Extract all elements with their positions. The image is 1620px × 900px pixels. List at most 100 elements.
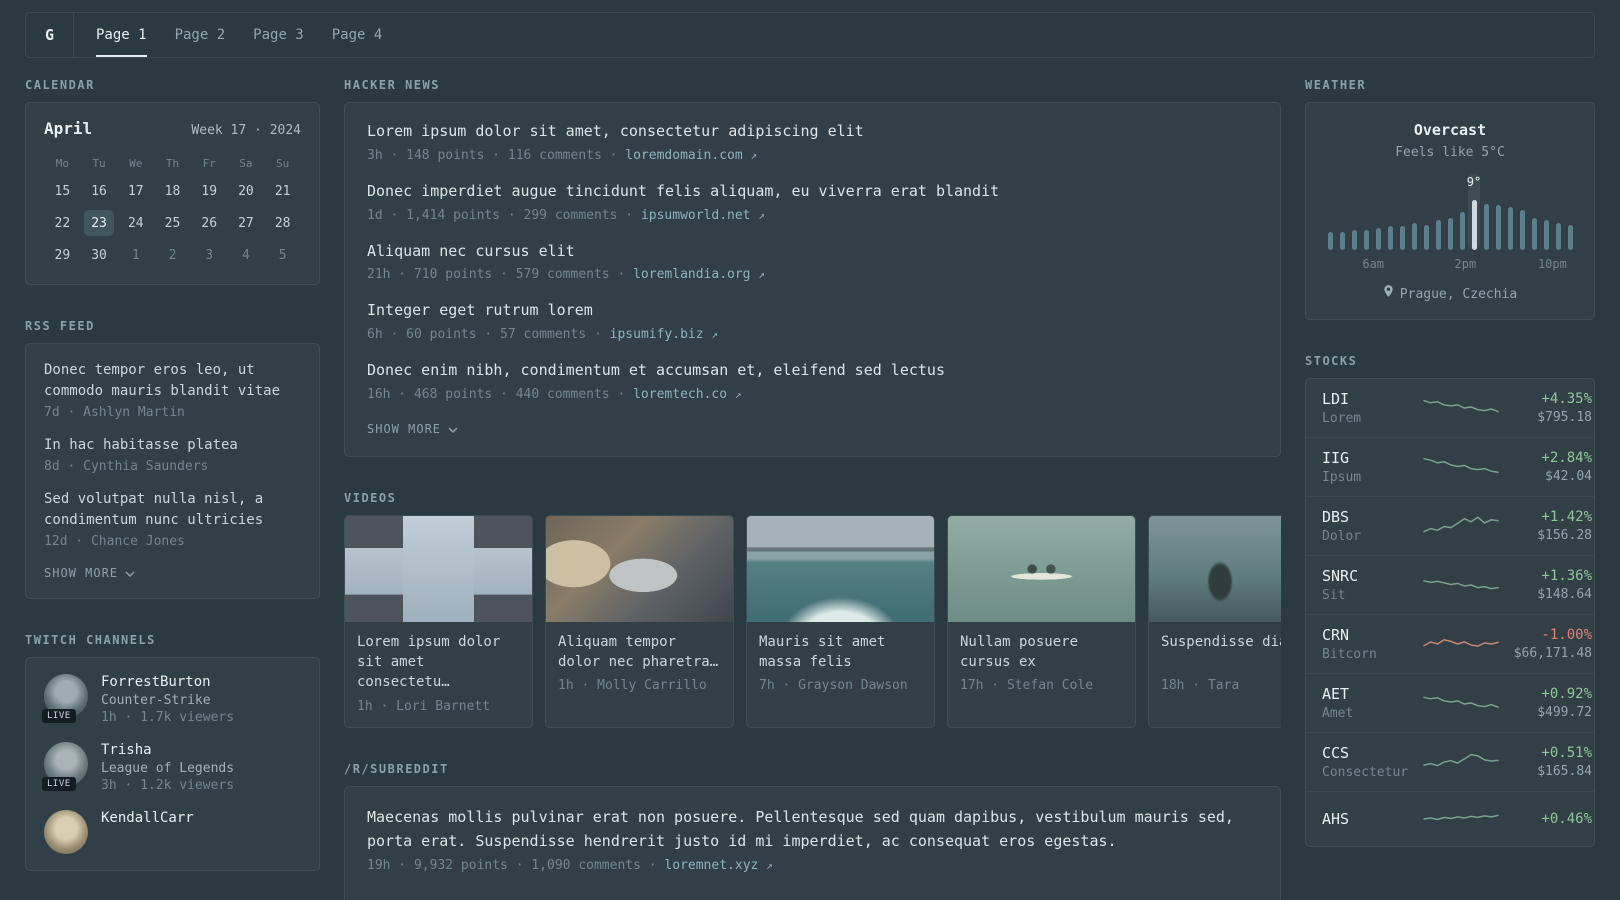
news-item-meta: 3h · 148 points · 116 comments · loremdo…	[367, 148, 1258, 163]
tab-page-2[interactable]: Page 2	[175, 13, 226, 57]
hackernews-show-more-button[interactable]: SHOW MORE	[367, 420, 458, 438]
videos-row[interactable]: Lorem ipsum dolor sit amet consectetu… 1h…	[344, 514, 1281, 728]
video-card[interactable]: Mauris sit amet massa felis 7h · Grayson …	[746, 514, 935, 728]
news-item-domain-link[interactable]: loremdomain.com ↗	[625, 148, 757, 163]
calendar-day: 18	[164, 183, 181, 199]
stock-row[interactable]: LDI Lorem +4.35% $795.18	[1306, 379, 1594, 437]
weather-bar-fill	[1435, 220, 1441, 250]
video-thumbnail	[1149, 515, 1281, 622]
news-item-domain-link[interactable]: loremlandia.org ↗	[633, 267, 765, 282]
weather-bar	[1348, 174, 1360, 250]
weather-feels-like: Feels like 5°C	[1395, 145, 1505, 160]
weather-bar	[1336, 174, 1348, 250]
middle-column: HACKER NEWS Lorem ipsum dolor sit amet, …	[344, 78, 1281, 900]
calendar-card: April Week 17 · 2024 Mo Tu We Th Fr Sa Su 15 16 1…	[25, 102, 320, 285]
video-card[interactable]: Suspendisse diam 18h · Tara	[1148, 514, 1281, 728]
video-card[interactable]: Lorem ipsum dolor sit amet consectetu… 1h…	[344, 514, 533, 728]
stock-row[interactable]: AHS +0.46%	[1306, 791, 1594, 846]
calendar-header: April Week 17 · 2024	[44, 119, 301, 138]
stock-sparkline-wrap	[1422, 803, 1500, 835]
stock-row[interactable]: AET Amet +0.92% $499.72	[1306, 673, 1594, 732]
left-column: CALENDAR April Week 17 · 2024 Mo Tu We Th Fr…	[25, 78, 320, 871]
calendar-day-header: Th	[165, 156, 180, 170]
stock-row[interactable]: SNRC Sit +1.36% $148.64	[1306, 555, 1594, 614]
stock-sparkline	[1423, 457, 1499, 473]
stock-name: Sit	[1322, 588, 1346, 603]
stock-name: Ipsum	[1322, 470, 1362, 485]
news-item-meta: 21h · 710 points · 579 comments · loreml…	[367, 267, 1258, 282]
calendar-week-label: Week 17 · 2024	[191, 123, 301, 138]
news-item: Donec enim nibh, condimentum et accumsan…	[367, 360, 1258, 402]
news-item-domain-link[interactable]: ipsumworld.net ↗	[641, 208, 765, 223]
weather-bar	[1516, 174, 1528, 250]
weather-widget: WEATHER Overcast Feels like 5°C 9° 6am 2p…	[1305, 78, 1595, 320]
twitch-channel-name[interactable]: Trisha	[101, 742, 234, 758]
stock-price: $148.64	[1537, 587, 1592, 602]
stock-row[interactable]: CRN Bitcorn -1.00% $66,171.48	[1306, 614, 1594, 673]
rss-item-title[interactable]: Donec tempor eros leo, ut commodo mauris…	[44, 360, 301, 402]
stock-name: Dolor	[1322, 529, 1362, 544]
rss-item-meta: 8d · Cynthia Saunders	[44, 459, 209, 474]
twitch-channel-name[interactable]: KendallCarr	[101, 810, 194, 826]
stocks-widget: STOCKS LDI Lorem +4.35% $795.18 IIG Ipsum +2.8…	[1305, 354, 1595, 847]
show-more-label: SHOW MORE	[367, 421, 442, 436]
twitch-widget-title: TWITCH CHANNELS	[25, 633, 156, 647]
weather-bar-fill	[1363, 230, 1369, 250]
news-item-title[interactable]: Maecenas mollis pulvinar erat non posuer…	[367, 805, 1258, 853]
stock-sparkline	[1423, 580, 1499, 590]
calendar-day-header: Su	[276, 156, 290, 170]
weather-bar	[1408, 174, 1420, 250]
rss-show-more-button[interactable]: SHOW MORE	[44, 564, 135, 582]
calendar-day-header: Fr	[202, 156, 216, 170]
tab-page-1[interactable]: Page 1	[96, 13, 147, 57]
stocks-widget-title: STOCKS	[1305, 354, 1358, 368]
weather-bar	[1504, 174, 1516, 250]
news-item-title[interactable]: Donec enim nibh, condimentum et accumsan…	[367, 360, 1258, 382]
video-thumbnail	[948, 515, 1135, 622]
news-item-title[interactable]: Lorem ipsum dolor sit amet, consectetur …	[367, 121, 1258, 143]
weather-bar	[1552, 174, 1564, 250]
tab-page-4[interactable]: Page 4	[332, 13, 383, 57]
topbar: G Page 1 Page 2 Page 3 Page 4	[25, 12, 1595, 58]
twitch-channel-row[interactable]: LIVE Trisha League of Legends 3h · 1.2k vie…	[42, 742, 301, 793]
stock-row[interactable]: IIG Ipsum +2.84% $42.04	[1306, 437, 1594, 496]
rss-item-title[interactable]: Sed volutpat nulla nisl, a condimentum n…	[44, 489, 301, 531]
stock-price: $795.18	[1537, 410, 1592, 425]
news-item-title[interactable]: Integer eget rutrum lorem	[367, 300, 1258, 322]
live-badge: LIVE	[42, 777, 76, 791]
weather-bar	[1480, 174, 1492, 250]
twitch-channel-row[interactable]: LIVE ForrestBurton Counter-Strike 1h · 1.7k…	[42, 674, 301, 725]
stock-row[interactable]: DBS Dolor +1.42% $156.28	[1306, 496, 1594, 555]
twitch-channel-row[interactable]: KendallCarr	[44, 810, 301, 854]
rss-item-title[interactable]: In hac habitasse platea	[44, 435, 301, 456]
stock-symbol: AET	[1322, 685, 1350, 703]
news-item-domain-link[interactable]: loremtech.co ↗	[633, 387, 741, 402]
stock-row[interactable]: CCS Consectetur +0.51% $165.84	[1306, 732, 1594, 791]
stock-change: -1.00%	[1541, 627, 1592, 643]
video-title: Mauris sit amet massa felis	[759, 633, 886, 671]
tab-page-3[interactable]: Page 3	[253, 13, 304, 57]
news-item-domain-link[interactable]: loremnet.xyz ↗	[664, 858, 772, 873]
videos-widget-title: VIDEOS	[344, 490, 397, 505]
twitch-avatar-wrap: LIVE	[42, 674, 88, 723]
weather-time-labels: 6am 2pm 10pm	[1322, 257, 1578, 272]
stock-change: +1.36%	[1541, 568, 1592, 584]
video-card[interactable]: Aliquam tempor dolor nec pharetra… 1h · M…	[545, 514, 734, 728]
news-item-stats: 19h · 9,932 points · 1,090 comments ·	[367, 857, 665, 873]
show-more-label: SHOW MORE	[44, 566, 119, 580]
stock-sparkline	[1423, 696, 1499, 708]
twitch-channel-name[interactable]: ForrestBurton	[101, 674, 234, 690]
stock-name: Bitcorn	[1322, 647, 1377, 662]
video-card[interactable]: Nullam posuere cursus ex 17h · Stefan Col…	[947, 514, 1136, 728]
weather-location-label: Prague, Czechia	[1399, 286, 1518, 302]
news-item-title[interactable]: Donec imperdiet augue tincidunt felis al…	[367, 181, 1258, 203]
stock-change: +0.92%	[1541, 686, 1592, 702]
calendar-day: 30	[91, 247, 107, 263]
news-item-title[interactable]: Aliquam nec cursus elit	[367, 241, 1258, 263]
twitch-channel-info: ForrestBurton Counter-Strike 1h · 1.7k vie…	[101, 674, 234, 725]
calendar-day: 2	[168, 247, 177, 263]
weather-bar	[1432, 174, 1444, 250]
location-pin-icon	[1383, 285, 1394, 303]
news-item-domain-link[interactable]: ipsumify.biz ↗	[610, 327, 718, 342]
calendar-day: 4	[242, 247, 250, 263]
